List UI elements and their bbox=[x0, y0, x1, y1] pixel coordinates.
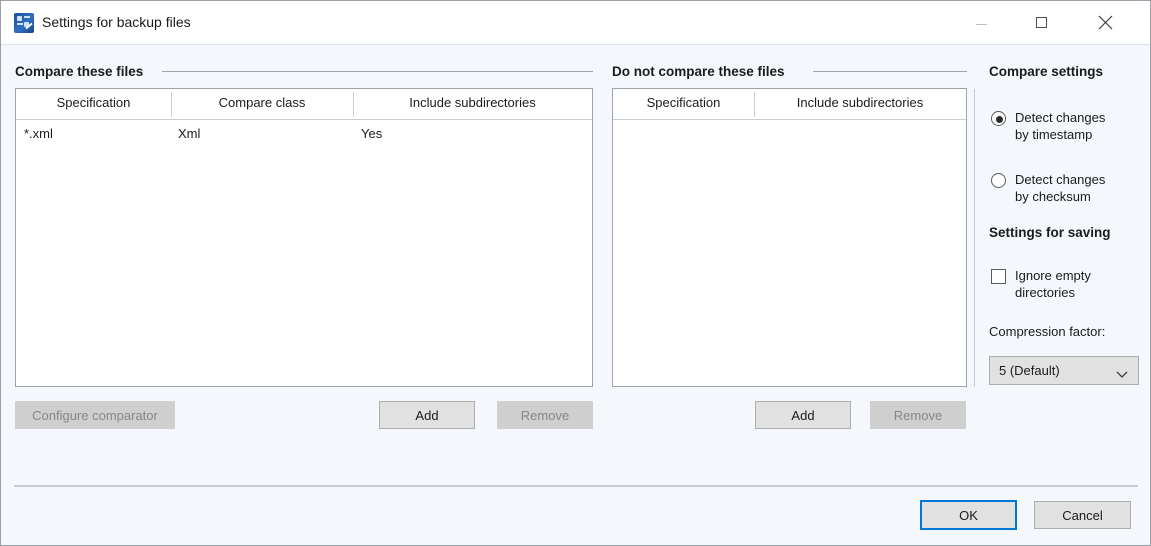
checkbox-label-line2: directories bbox=[1015, 285, 1075, 300]
compression-factor-value: 5 (Default) bbox=[999, 363, 1060, 378]
exclude-add-button[interactable]: Add bbox=[755, 401, 851, 429]
checkbox-ignore-empty-directories[interactable]: Ignore empty directories bbox=[991, 267, 1141, 303]
footer-divider bbox=[14, 485, 1138, 487]
maximize-button[interactable] bbox=[1018, 1, 1064, 44]
column-header-include-subdirectories[interactable]: Include subdirectories bbox=[353, 95, 592, 110]
exclude-remove-button[interactable]: Remove bbox=[870, 401, 966, 429]
compare-remove-button[interactable]: Remove bbox=[497, 401, 593, 429]
radio-label-line1: Detect changes bbox=[1015, 110, 1106, 125]
panel-divider bbox=[974, 89, 975, 387]
settings-backup-icon bbox=[14, 13, 34, 33]
cell-compare-class: Xml bbox=[178, 126, 201, 141]
exclude-group-rule bbox=[813, 71, 967, 72]
radio-indicator bbox=[991, 111, 1006, 126]
close-button[interactable] bbox=[1082, 1, 1128, 44]
exclude-files-listbox[interactable]: Specification Include subdirectories bbox=[612, 88, 967, 387]
chevron-down-icon bbox=[1116, 367, 1128, 382]
saving-settings-heading: Settings for saving bbox=[989, 225, 1111, 240]
radio-label-line2: by timestamp bbox=[1015, 127, 1093, 142]
radio-label: Detect changes by checksum bbox=[1015, 171, 1105, 205]
column-header-specification[interactable]: Specification bbox=[16, 95, 171, 110]
compare-group-rule bbox=[162, 71, 593, 72]
checkbox-label-line1: Ignore empty bbox=[1015, 268, 1091, 283]
minimize-icon bbox=[975, 24, 987, 25]
radio-detect-by-timestamp[interactable]: Detect changes by timestamp bbox=[991, 109, 1141, 145]
table-row[interactable]: *.xml Xml Yes bbox=[16, 120, 592, 150]
ok-button[interactable]: OK bbox=[920, 500, 1017, 530]
column-divider[interactable] bbox=[171, 92, 172, 117]
exclude-files-header-row: Specification Include subdirectories bbox=[613, 89, 966, 120]
compare-files-listbox[interactable]: Specification Compare class Include subd… bbox=[15, 88, 593, 387]
close-icon bbox=[1098, 15, 1112, 30]
radio-label: Detect changes by timestamp bbox=[1015, 109, 1105, 143]
minimize-button[interactable] bbox=[958, 1, 1004, 44]
checkbox-indicator bbox=[991, 269, 1006, 284]
dialog-window: Settings for backup files Compare these … bbox=[0, 0, 1151, 546]
compression-factor-label: Compression factor: bbox=[989, 324, 1106, 339]
column-divider[interactable] bbox=[754, 92, 755, 117]
cancel-button[interactable]: Cancel bbox=[1034, 501, 1131, 529]
radio-label-line1: Detect changes bbox=[1015, 172, 1106, 187]
compression-factor-select[interactable]: 5 (Default) bbox=[989, 356, 1139, 385]
radio-dot bbox=[996, 116, 1003, 123]
configure-comparator-button[interactable]: Configure comparator bbox=[15, 401, 175, 429]
column-divider[interactable] bbox=[353, 92, 354, 117]
title-bar: Settings for backup files bbox=[1, 1, 1150, 45]
column-header-specification[interactable]: Specification bbox=[613, 95, 754, 110]
radio-indicator bbox=[991, 173, 1006, 188]
compare-files-header-row: Specification Compare class Include subd… bbox=[16, 89, 592, 120]
cell-include-subdirectories: Yes bbox=[361, 126, 383, 141]
compare-settings-heading: Compare settings bbox=[989, 64, 1104, 79]
exclude-group-title: Do not compare these files bbox=[612, 64, 785, 79]
radio-detect-by-checksum[interactable]: Detect changes by checksum bbox=[991, 171, 1141, 207]
compare-group-title: Compare these files bbox=[15, 64, 144, 79]
column-header-compare-class[interactable]: Compare class bbox=[171, 95, 353, 110]
cell-specification: *.xml bbox=[24, 126, 53, 141]
compare-add-button[interactable]: Add bbox=[379, 401, 475, 429]
radio-label-line2: by checksum bbox=[1015, 189, 1091, 204]
checkbox-label: Ignore empty directories bbox=[1015, 267, 1091, 301]
maximize-icon bbox=[1035, 17, 1047, 28]
column-header-include-subdirectories[interactable]: Include subdirectories bbox=[754, 95, 966, 110]
window-title: Settings for backup files bbox=[42, 14, 191, 30]
